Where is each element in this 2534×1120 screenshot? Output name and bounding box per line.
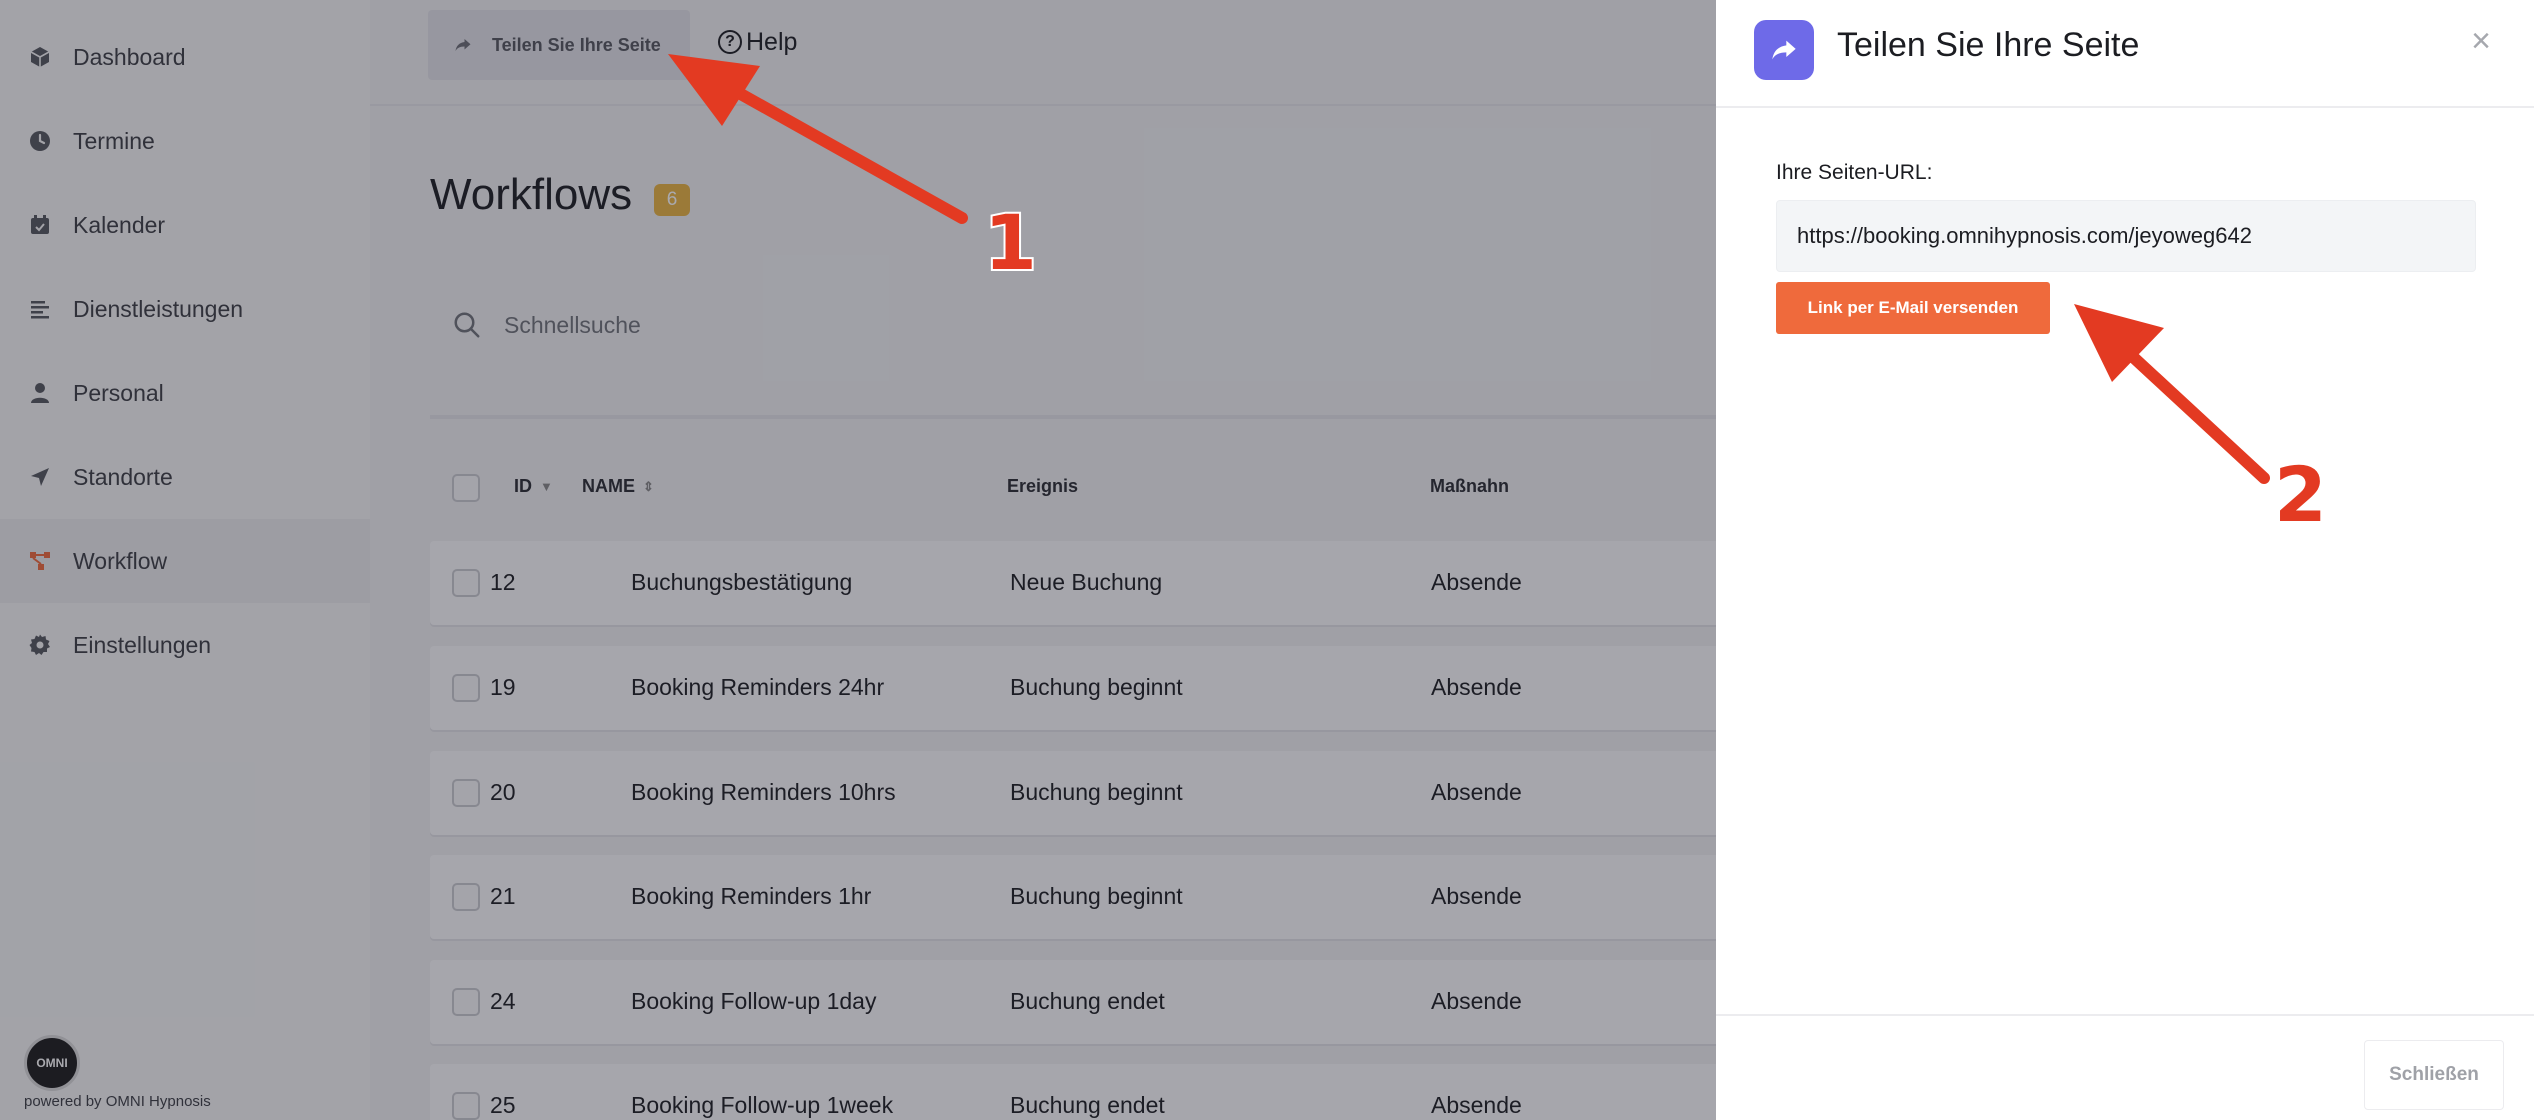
panel-header: Teilen Sie Ihre Seite × [1716,0,2534,108]
share-page-panel: Teilen Sie Ihre Seite × Ihre Seiten-URL:… [1716,0,2534,1120]
panel-footer-divider [1716,1014,2534,1016]
panel-title: Teilen Sie Ihre Seite [1837,26,2140,64]
page-url-field[interactable] [1776,200,2476,272]
close-button[interactable]: Schließen [2364,1040,2504,1110]
annotation-number-2: 2 [2272,448,2329,541]
share-arrow-icon [1754,20,1814,80]
annotation-number-1: 1 [982,196,1039,289]
send-link-email-button[interactable]: Link per E-Mail versenden [1776,282,2050,334]
close-icon[interactable]: × [2466,24,2496,58]
url-label: Ihre Seiten-URL: [1776,161,1933,184]
modal-backdrop[interactable] [0,0,1716,1120]
